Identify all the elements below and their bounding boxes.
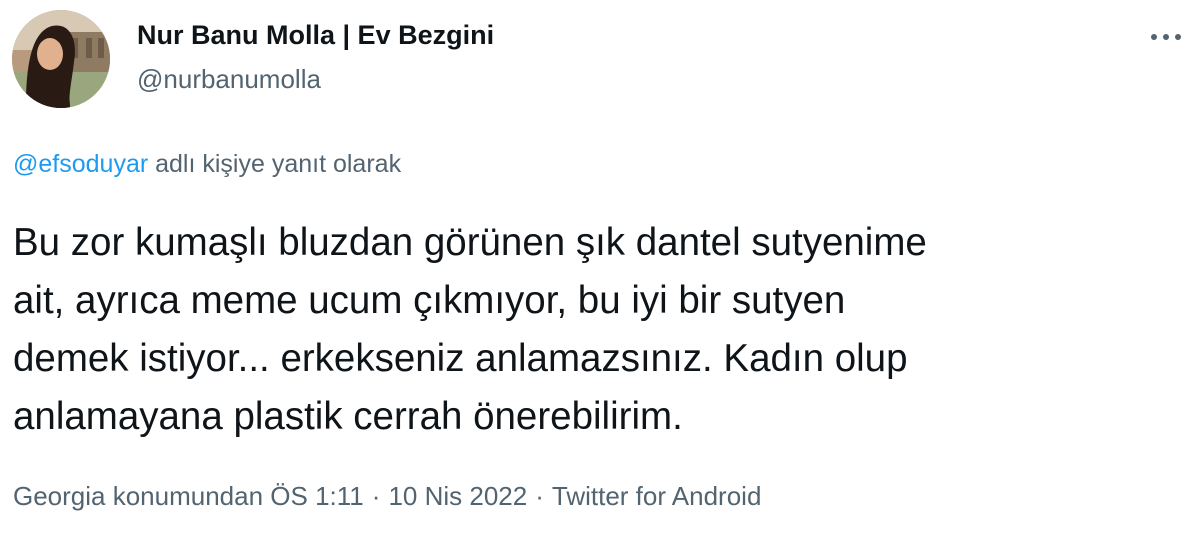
tweet-source[interactable]: Twitter for Android xyxy=(552,481,762,511)
reply-context: @efsoduyar adlı kişiye yanıt olarak xyxy=(13,150,401,179)
meta-separator: · xyxy=(535,481,544,511)
tweet-metadata: Georgia konumundan ÖS 1:11 · 10 Nis 2022 · T… xyxy=(13,481,761,512)
author-handle[interactable]: @nurbanumolla xyxy=(137,64,321,95)
author-display-name[interactable]: Nur Banu Molla | Ev Bezgini xyxy=(137,20,494,51)
reply-mention-link[interactable]: @efsoduyar xyxy=(13,150,148,178)
tweet-text: Bu zor kumaşlı bluzdan görünen şık dante… xyxy=(13,221,927,438)
tweet-date[interactable]: 10 Nis 2022 xyxy=(388,481,527,511)
avatar[interactable] xyxy=(12,10,110,108)
meta-separator: · xyxy=(371,481,381,511)
tweet-location: Georgia konumundan xyxy=(13,481,264,511)
tweet-time[interactable]: ÖS 1:11 xyxy=(270,481,363,511)
more-options-icon xyxy=(1151,34,1181,40)
tweet-card: Nur Banu Molla | Ev Bezgini @nurbanumoll… xyxy=(0,0,1200,535)
more-options-button[interactable] xyxy=(1146,25,1186,49)
reply-context-suffix: adlı kişiye yanıt olarak xyxy=(148,150,402,178)
profile-photo-image xyxy=(12,10,110,108)
